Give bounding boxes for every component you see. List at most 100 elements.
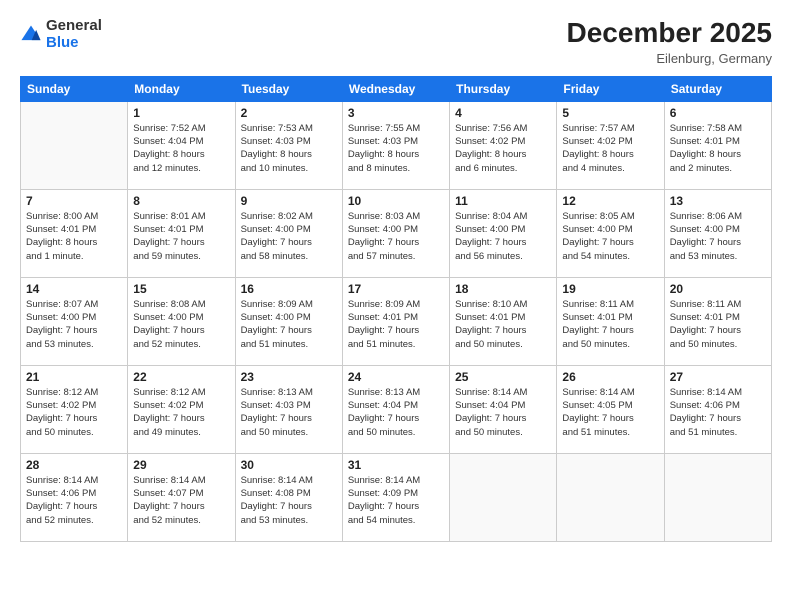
day-number: 22 [133,370,229,384]
calendar-cell: 27 Sunrise: 8:14 AMSunset: 4:06 PMDayligh… [664,365,771,453]
day-number: 9 [241,194,337,208]
calendar-cell: 7 Sunrise: 8:00 AMSunset: 4:01 PMDaylight… [21,189,128,277]
day-info: Sunrise: 8:02 AMSunset: 4:00 PMDaylight:… [241,210,337,263]
day-info: Sunrise: 7:58 AMSunset: 4:01 PMDaylight:… [670,122,766,175]
calendar-cell: 10 Sunrise: 8:03 AMSunset: 4:00 PMDayligh… [342,189,449,277]
day-number: 18 [455,282,551,296]
day-info: Sunrise: 8:14 AMSunset: 4:06 PMDaylight:… [670,386,766,439]
calendar-cell: 18Sunrise: 8:10 AMSunset: 4:01 PMDayligh… [450,277,557,365]
calendar-week-row: 1 Sunrise: 7:52 AMSunset: 4:04 PMDaylight… [21,101,772,189]
day-number: 25 [455,370,551,384]
day-number: 7 [26,194,122,208]
day-number: 5 [562,106,658,120]
day-number: 14 [26,282,122,296]
day-number: 3 [348,106,444,120]
day-info: Sunrise: 8:04 AMSunset: 4:00 PMDaylight:… [455,210,551,263]
day-number: 26 [562,370,658,384]
day-info: Sunrise: 8:11 AMSunset: 4:01 PMDaylight:… [562,298,658,351]
title-block: December 2025 Eilenburg, Germany [567,18,772,66]
day-number: 31 [348,458,444,472]
day-number: 11 [455,194,551,208]
calendar-week-row: 7 Sunrise: 8:00 AMSunset: 4:01 PMDaylight… [21,189,772,277]
calendar-cell: 6 Sunrise: 7:58 AMSunset: 4:01 PMDaylight… [664,101,771,189]
location: Eilenburg, Germany [567,51,772,66]
day-info: Sunrise: 8:03 AMSunset: 4:00 PMDaylight:… [348,210,444,263]
day-number: 6 [670,106,766,120]
day-info: Sunrise: 8:09 AMSunset: 4:01 PMDaylight:… [348,298,444,351]
calendar-cell: 13 Sunrise: 8:06 AMSunset: 4:00 PMDayligh… [664,189,771,277]
day-number: 13 [670,194,766,208]
logo: General Blue [20,18,102,51]
calendar-cell: 26 Sunrise: 8:14 AMSunset: 4:05 PMDayligh… [557,365,664,453]
day-number: 1 [133,106,229,120]
day-number: 16 [241,282,337,296]
day-info: Sunrise: 8:12 AMSunset: 4:02 PMDaylight:… [26,386,122,439]
calendar-cell: 4Sunrise: 7:56 AMSunset: 4:02 PMDaylight… [450,101,557,189]
calendar-cell: 22Sunrise: 8:12 AMSunset: 4:02 PMDayligh… [128,365,235,453]
calendar-cell: 5Sunrise: 7:57 AMSunset: 4:02 PMDaylight… [557,101,664,189]
calendar-cell: 29 Sunrise: 8:14 AMSunset: 4:07 PMDayligh… [128,453,235,541]
day-number: 30 [241,458,337,472]
day-number: 28 [26,458,122,472]
weekday-header: Thursday [450,76,557,101]
day-number: 8 [133,194,229,208]
day-number: 2 [241,106,337,120]
day-info: Sunrise: 7:52 AMSunset: 4:04 PMDaylight:… [133,122,229,175]
day-info: Sunrise: 8:05 AMSunset: 4:00 PMDaylight:… [562,210,658,263]
day-number: 20 [670,282,766,296]
calendar-cell: 12Sunrise: 8:05 AMSunset: 4:00 PMDayligh… [557,189,664,277]
day-number: 24 [348,370,444,384]
calendar-cell: 11 Sunrise: 8:04 AMSunset: 4:00 PMDayligh… [450,189,557,277]
calendar-cell: 1 Sunrise: 7:52 AMSunset: 4:04 PMDaylight… [128,101,235,189]
page: General Blue December 2025 Eilenburg, Ge… [0,0,792,612]
day-number: 4 [455,106,551,120]
day-number: 29 [133,458,229,472]
day-info: Sunrise: 8:13 AMSunset: 4:04 PMDaylight:… [348,386,444,439]
calendar-cell [664,453,771,541]
day-number: 19 [562,282,658,296]
calendar-cell [21,101,128,189]
day-number: 21 [26,370,122,384]
weekday-header: Saturday [664,76,771,101]
weekday-header-row: SundayMondayTuesdayWednesdayThursdayFrid… [21,76,772,101]
day-info: Sunrise: 7:55 AMSunset: 4:03 PMDaylight:… [348,122,444,175]
day-info: Sunrise: 8:14 AMSunset: 4:04 PMDaylight:… [455,386,551,439]
day-info: Sunrise: 8:01 AMSunset: 4:01 PMDaylight:… [133,210,229,263]
calendar-cell: 19 Sunrise: 8:11 AMSunset: 4:01 PMDayligh… [557,277,664,365]
logo-text: General Blue [46,18,102,51]
calendar-cell: 17 Sunrise: 8:09 AMSunset: 4:01 PMDayligh… [342,277,449,365]
calendar-cell: 16 Sunrise: 8:09 AMSunset: 4:00 PMDayligh… [235,277,342,365]
day-info: Sunrise: 8:14 AMSunset: 4:07 PMDaylight:… [133,474,229,527]
calendar-cell [557,453,664,541]
calendar-cell [450,453,557,541]
calendar-cell: 20Sunrise: 8:11 AMSunset: 4:01 PMDayligh… [664,277,771,365]
day-number: 27 [670,370,766,384]
day-info: Sunrise: 8:14 AMSunset: 4:09 PMDaylight:… [348,474,444,527]
day-info: Sunrise: 7:53 AMSunset: 4:03 PMDaylight:… [241,122,337,175]
weekday-header: Friday [557,76,664,101]
calendar: SundayMondayTuesdayWednesdayThursdayFrid… [20,76,772,542]
day-info: Sunrise: 8:09 AMSunset: 4:00 PMDaylight:… [241,298,337,351]
day-number: 10 [348,194,444,208]
day-info: Sunrise: 8:07 AMSunset: 4:00 PMDaylight:… [26,298,122,351]
day-number: 15 [133,282,229,296]
day-info: Sunrise: 8:08 AMSunset: 4:00 PMDaylight:… [133,298,229,351]
calendar-cell: 9 Sunrise: 8:02 AMSunset: 4:00 PMDaylight… [235,189,342,277]
weekday-header: Sunday [21,76,128,101]
day-info: Sunrise: 8:13 AMSunset: 4:03 PMDaylight:… [241,386,337,439]
calendar-cell: 15 Sunrise: 8:08 AMSunset: 4:00 PMDayligh… [128,277,235,365]
day-info: Sunrise: 8:14 AMSunset: 4:05 PMDaylight:… [562,386,658,439]
weekday-header: Tuesday [235,76,342,101]
day-info: Sunrise: 8:14 AMSunset: 4:08 PMDaylight:… [241,474,337,527]
calendar-week-row: 28 Sunrise: 8:14 AMSunset: 4:06 PMDayligh… [21,453,772,541]
weekday-header: Monday [128,76,235,101]
calendar-cell: 25 Sunrise: 8:14 AMSunset: 4:04 PMDayligh… [450,365,557,453]
day-info: Sunrise: 8:14 AMSunset: 4:06 PMDaylight:… [26,474,122,527]
day-info: Sunrise: 8:00 AMSunset: 4:01 PMDaylight:… [26,210,122,263]
day-number: 17 [348,282,444,296]
logo-icon [20,24,42,46]
header: General Blue December 2025 Eilenburg, Ge… [20,18,772,66]
calendar-cell: 2 Sunrise: 7:53 AMSunset: 4:03 PMDaylight… [235,101,342,189]
calendar-cell: 14 Sunrise: 8:07 AMSunset: 4:00 PMDayligh… [21,277,128,365]
day-info: Sunrise: 8:06 AMSunset: 4:00 PMDaylight:… [670,210,766,263]
